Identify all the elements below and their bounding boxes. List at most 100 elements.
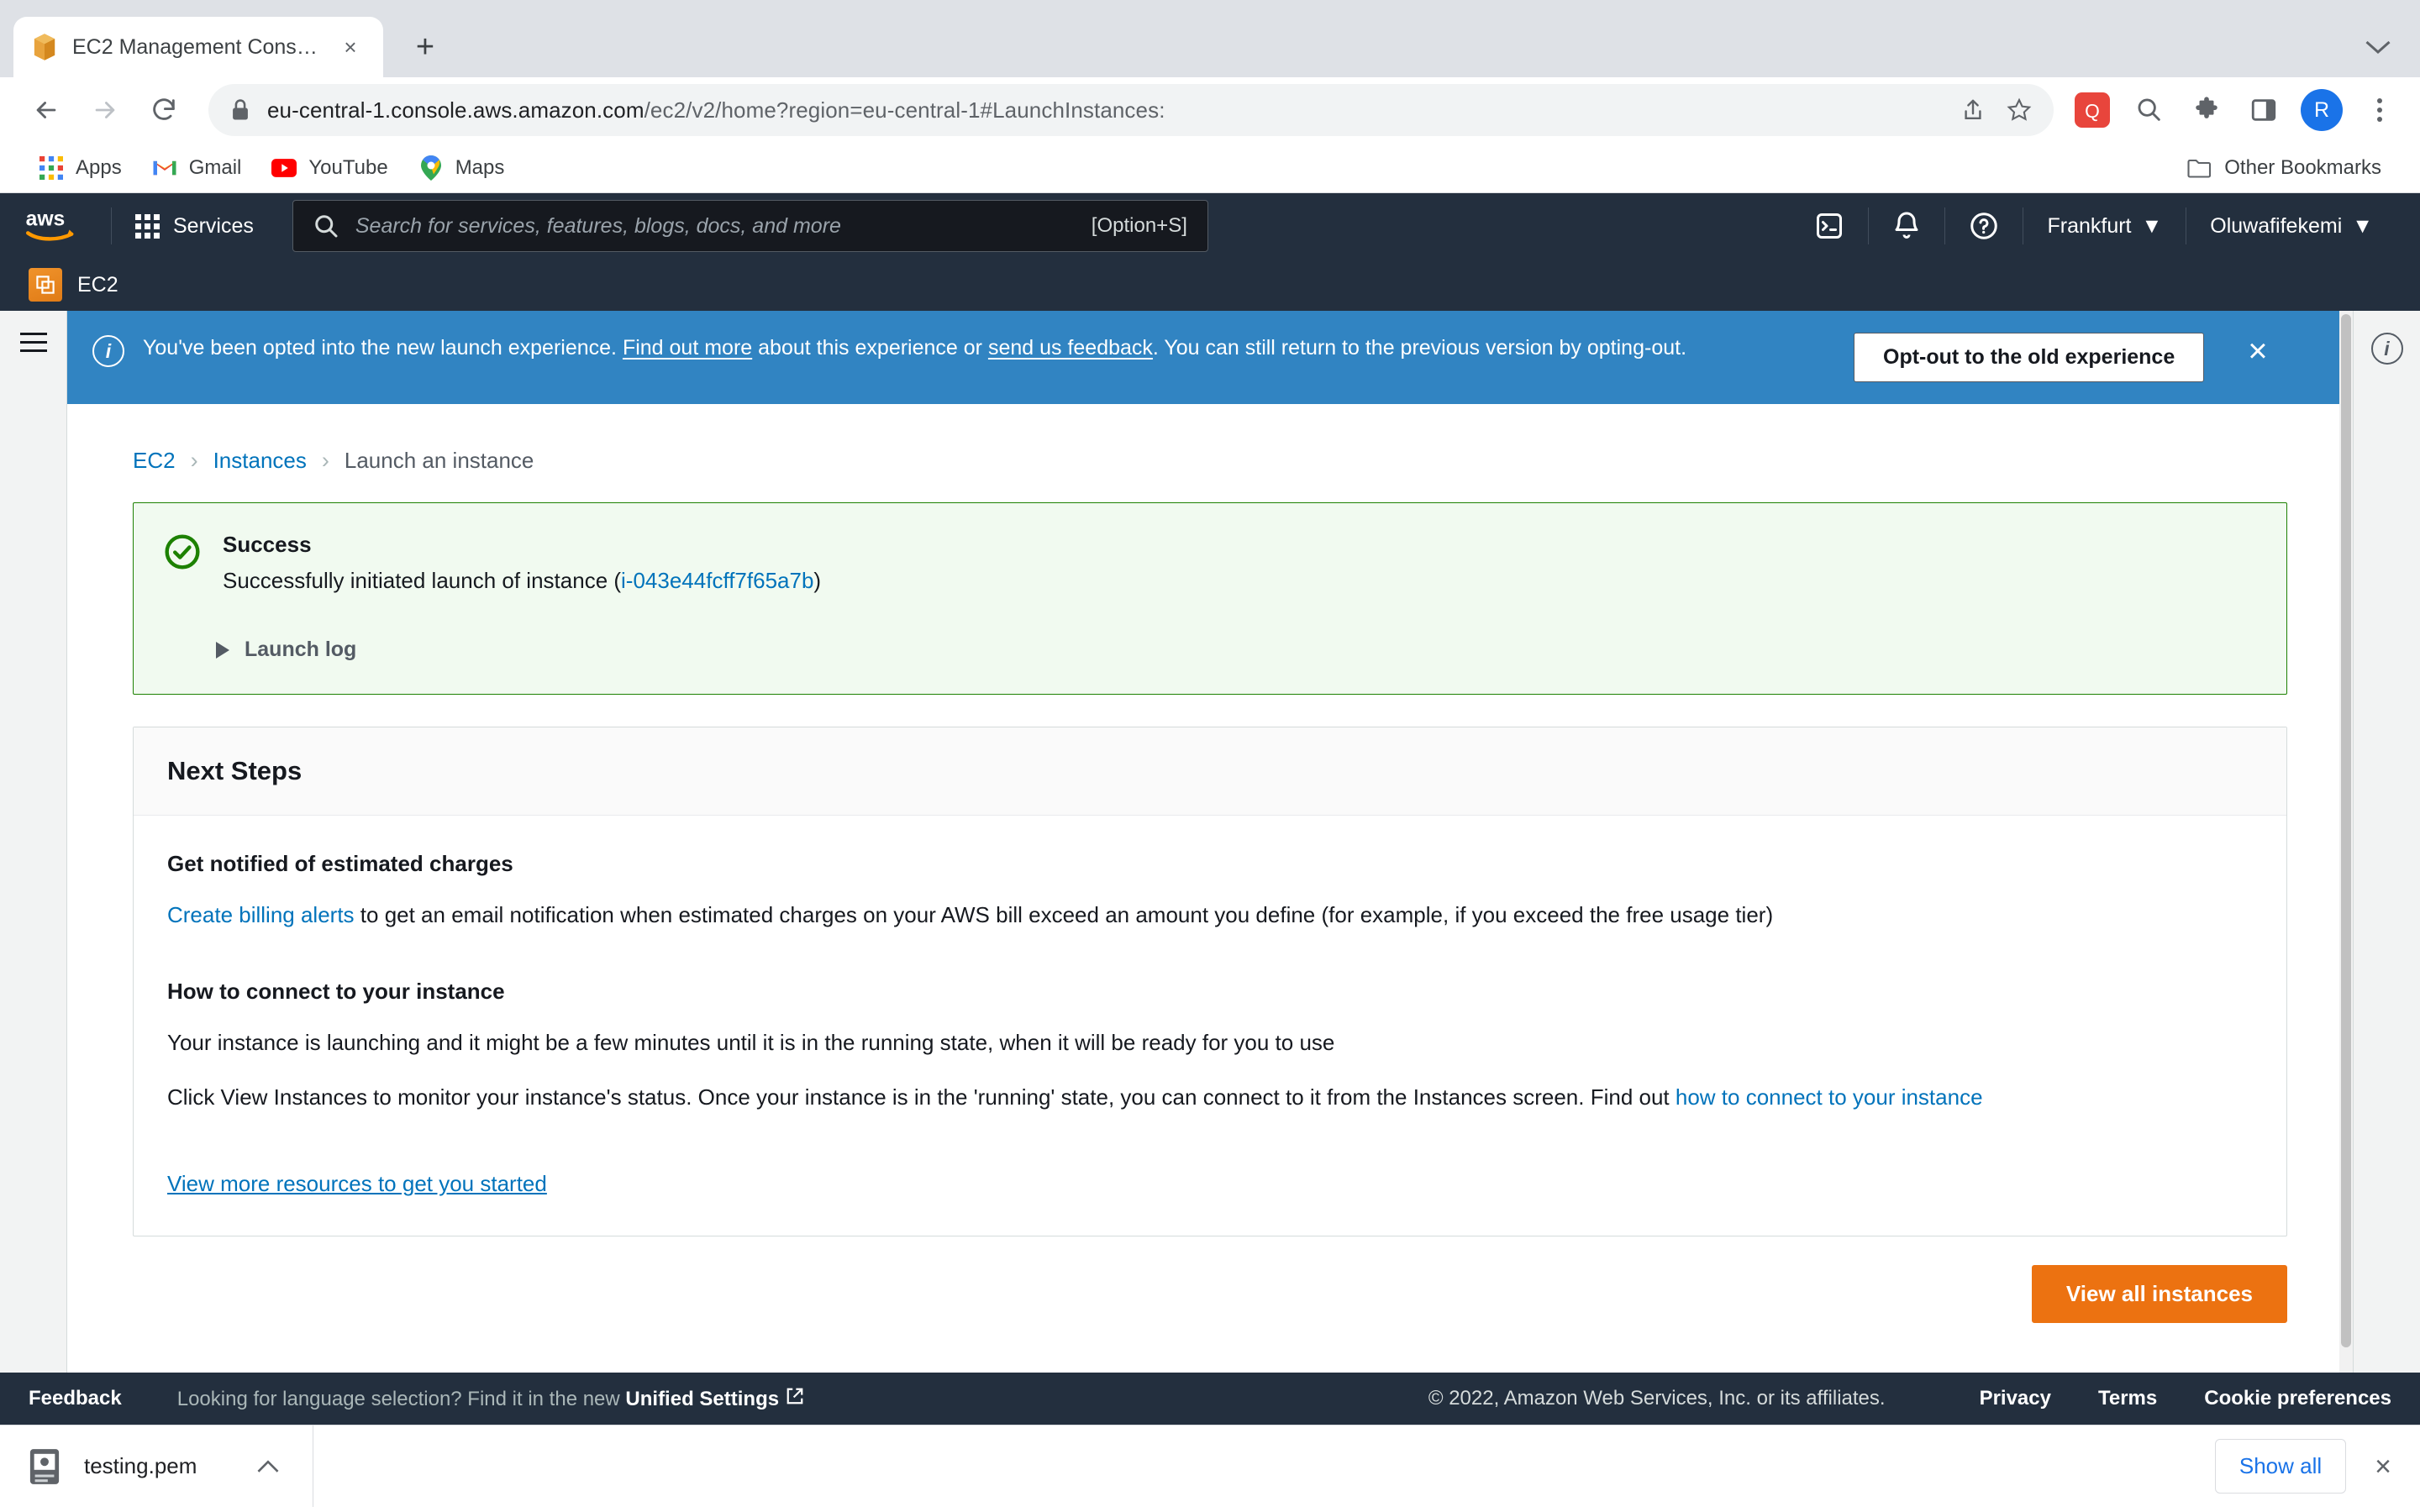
scrollbar[interactable] [2339,311,2353,1373]
address-bar[interactable]: eu-central-1.console.aws.amazon.com/ec2/… [208,84,2054,136]
billing-section-text: Create billing alerts to get an email no… [167,899,2253,932]
terms-link[interactable]: Terms [2098,1387,2157,1410]
next-steps-card: Next Steps Get notified of estimated cha… [133,727,2287,1236]
toolbar-right: Q R [2072,89,2400,131]
breadcrumb: EC2 › Instances › Launch an instance [133,404,2287,502]
opt-out-button[interactable]: Opt-out to the old experience [1854,333,2205,382]
instance-id-link[interactable]: i-043e44fcff7f65a7b [621,568,813,593]
left-nav-rail [0,311,67,1373]
ec2-icon [29,268,62,302]
close-downloads-icon[interactable]: × [2375,1452,2391,1481]
chevron-down-icon: ▼ [2141,213,2163,238]
extensions-puzzle-icon[interactable] [2186,90,2227,130]
bell-icon[interactable] [1869,211,1944,241]
cloudshell-icon[interactable] [1791,211,1868,241]
share-icon[interactable] [1961,98,1985,122]
region-selector[interactable]: Frankfurt ▼ [2023,214,2186,239]
hamburger-menu-icon[interactable] [19,333,47,1373]
show-all-downloads-button[interactable]: Show all [2214,1439,2347,1494]
services-label: Services [173,213,254,238]
create-billing-alerts-link[interactable]: Create billing alerts [167,902,355,927]
success-alert: Success Successfully initiated launch of… [133,502,2287,695]
omnibox-actions [1961,97,2032,123]
copyright-text: © 2022, Amazon Web Services, Inc. or its… [1428,1387,1886,1410]
alert-message-prefix: Successfully initiated launch of instanc… [223,568,622,593]
svg-text:aws: aws [26,207,66,230]
aws-footer: Feedback Looking for language selection?… [0,1373,2420,1425]
banner-text-part1: You've been opted into the new launch ex… [143,336,623,360]
how-to-connect-link[interactable]: how to connect to your instance [1676,1084,1983,1110]
search-shortcut-hint: [Option+S] [1091,214,1187,237]
youtube-icon [271,155,297,181]
cookie-preferences-link[interactable]: Cookie preferences [2204,1387,2391,1410]
zoom-search-icon[interactable] [2129,90,2170,130]
bookmark-maps[interactable]: Maps [403,150,520,186]
bookmarks-bar: Apps Gmail YouTube Maps Other Bookmarks [0,143,2420,193]
back-arrow-icon[interactable] [20,84,72,136]
info-icon[interactable]: i [2370,333,2403,365]
reload-icon[interactable] [138,84,190,136]
alert-title: Success [223,532,312,557]
close-tab-icon[interactable]: × [336,33,365,61]
aws-cube-icon [32,33,57,61]
language-hint: Looking for language selection? Find it … [177,1387,804,1411]
breadcrumb-item-instances[interactable]: Instances [213,448,307,474]
browser-tab[interactable]: EC2 Management Console × [13,17,383,77]
banner-text: You've been opted into the new launch ex… [143,333,1815,363]
chevron-down-icon[interactable] [2353,22,2403,72]
download-item[interactable]: testing.pem [29,1425,314,1507]
bookmark-label: Apps [76,155,122,179]
scrollbar-thumb[interactable] [2341,314,2351,1347]
global-search-box[interactable]: [Option+S] [292,200,1208,252]
services-menu-button[interactable]: Services [112,213,277,239]
view-all-instances-button[interactable]: View all instances [2031,1265,2287,1323]
external-link-icon [786,1387,804,1411]
bookmark-label: YouTube [308,155,388,179]
browser-tab-title: EC2 Management Console [72,34,321,59]
gmail-icon [152,155,177,181]
bookmark-gmail[interactable]: Gmail [137,150,257,186]
browser-tabstrip: EC2 Management Console × + [0,0,2420,77]
billing-section-title: Get notified of estimated charges [167,851,513,876]
privacy-link[interactable]: Privacy [1980,1387,2051,1410]
bookmark-apps[interactable]: Apps [24,150,137,186]
downloads-bar: testing.pem Show all × [0,1425,2420,1507]
view-more-resources-link[interactable]: View more resources to get you started [167,1171,547,1197]
language-hint-text: Looking for language selection? Find it … [176,1387,626,1410]
page-inner: EC2 › Instances › Launch an instance Suc… [67,404,2353,1348]
launch-log-toggle[interactable]: Launch log [216,638,2256,662]
banner-text-part2: about this experience or [752,336,988,360]
maps-pin-icon [418,155,444,181]
breadcrumb-item-ec2[interactable]: EC2 [133,448,176,474]
alert-row: Success Successfully initiated launch of… [164,532,2256,594]
help-icon[interactable] [1945,211,2023,241]
side-panel-icon[interactable] [2244,90,2284,130]
search-input[interactable] [355,213,1075,239]
close-icon[interactable]: × [2248,334,2267,368]
browser-chrome: EC2 Management Console × + eu-central-1.… [0,0,2420,193]
feedback-link[interactable]: Feedback [29,1387,122,1410]
send-feedback-link[interactable]: send us feedback [988,336,1153,360]
service-name[interactable]: EC2 [77,273,118,297]
account-menu[interactable]: Oluwafifekemi ▼ [2186,214,2396,239]
region-label: Frankfurt [2047,213,2132,238]
forward-arrow-icon [79,84,131,136]
new-tab-button[interactable]: + [402,24,449,71]
aws-logo[interactable]: aws [24,204,89,249]
folder-icon [2187,155,2212,181]
banner-text-part3: . You can still return to the previous v… [1152,336,1687,360]
alert-content: Success Successfully initiated launch of… [223,532,821,594]
unified-settings-link[interactable]: Unified Settings [625,1388,779,1410]
connect-para2-prefix: Click View Instances to monitor your ins… [167,1084,1676,1110]
bookmark-star-icon[interactable] [2007,97,2032,123]
profile-avatar[interactable]: R [2301,89,2343,131]
console-body: i i You've been opted into the new launc… [0,311,2420,1373]
extension-cq-icon[interactable]: Q [2072,90,2112,130]
other-bookmarks-folder[interactable]: Other Bookmarks [2172,150,2396,186]
bookmark-youtube[interactable]: YouTube [256,150,402,186]
find-out-more-link[interactable]: Find out more [623,336,752,360]
info-icon: i [92,335,124,367]
chevron-right-icon: › [321,448,329,473]
chevron-up-icon[interactable] [257,1459,279,1474]
browser-menu-icon[interactable] [2360,98,2400,122]
